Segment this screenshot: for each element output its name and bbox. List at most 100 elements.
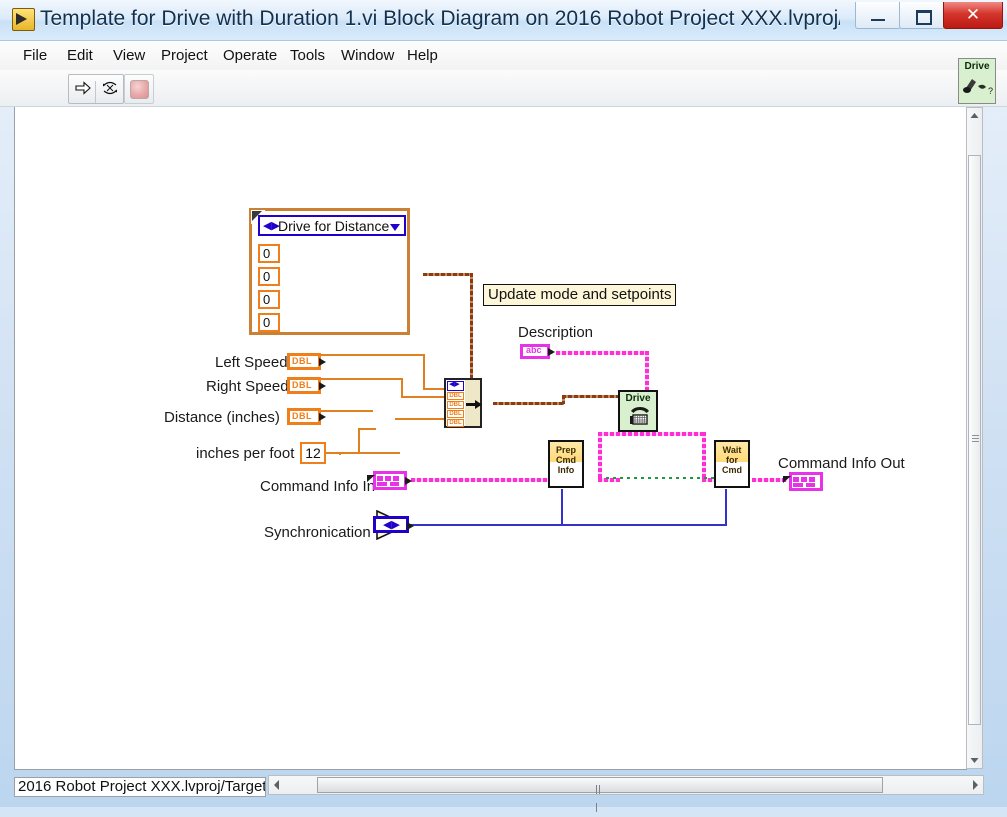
wire-right-speed-h2[interactable] (401, 396, 445, 398)
labview-block-diagram-window: Template for Drive with Duration 1.vi Bl… (0, 0, 1007, 807)
right-speed-control[interactable]: DBL (287, 377, 321, 394)
wire-const-h[interactable] (340, 452, 400, 454)
wire-const-to-divide[interactable] (358, 428, 376, 430)
drive-subvi[interactable]: Drive (618, 390, 658, 432)
cluster-numeric-3[interactable]: 0 (258, 313, 280, 332)
scrollbar-grip-icon (596, 781, 604, 790)
terminal-arrow-icon (405, 477, 412, 485)
drive-mode-enum-constant[interactable]: ◀▶ Drive for Distance (258, 215, 406, 236)
string-type-glyph: abc (526, 345, 542, 355)
scrollbar-grip-icon (972, 435, 979, 445)
vertical-scrollbar-thumb[interactable] (968, 155, 981, 725)
terminal-arrow-icon (319, 413, 326, 421)
bundle-enum-terminal[interactable] (447, 381, 464, 391)
wire-error-green[interactable] (606, 477, 730, 479)
wire-cluster-const-v[interactable] (470, 273, 473, 381)
cluster-numeric-2[interactable]: 0 (258, 290, 280, 309)
scroll-left-icon[interactable] (269, 776, 285, 794)
wire-const-h0[interactable] (326, 452, 342, 454)
vi-icon-pane[interactable]: Drive ? (958, 58, 996, 104)
run-continuously-button[interactable] (96, 75, 122, 101)
wire-bundle-out-h2[interactable] (562, 395, 619, 398)
menu-bar: File Edit View Project Operate Tools Win… (0, 41, 1007, 71)
terminal-corner-icon (783, 476, 791, 483)
wire-right-speed-v[interactable] (401, 378, 403, 398)
bundle-dbl-terminal-2[interactable]: DBL (447, 410, 464, 418)
wire-divide-out[interactable] (395, 418, 445, 420)
wire-left-speed-h[interactable] (319, 354, 425, 356)
wire-const-v[interactable] (358, 429, 360, 454)
wire-description-v[interactable] (645, 351, 649, 391)
wire-description-h[interactable] (556, 351, 649, 355)
dbl-type-glyph: DBL (292, 411, 312, 422)
description-control[interactable]: abc (520, 344, 550, 359)
menu-item-project[interactable]: Project (152, 41, 217, 70)
menu-item-help[interactable]: Help (398, 41, 447, 70)
distance-inches-label: Distance (inches) (164, 409, 280, 426)
prep-cmd-info-subvi[interactable]: Prep Cmd Info (548, 440, 584, 488)
maximize-icon (916, 10, 932, 25)
menu-item-file[interactable]: File (14, 41, 56, 70)
wait-for-cmd-line-1: Wait (716, 445, 748, 455)
menu-item-edit[interactable]: Edit (58, 41, 102, 70)
wire-drive-right-v[interactable] (702, 432, 706, 480)
bundle-dbl-terminal-1[interactable]: DBL (447, 401, 464, 409)
menu-item-tools[interactable]: Tools (281, 41, 334, 70)
cluster-numeric-1[interactable]: 0 (258, 267, 280, 286)
inches-per-foot-constant[interactable]: 12 (300, 442, 326, 464)
cluster-type-glyph (377, 476, 403, 487)
vertical-scrollbar[interactable] (966, 107, 983, 769)
wire-sync-wait-v[interactable] (725, 489, 727, 525)
update-mode-and-setpoints-comment[interactable]: Update mode and setpoints (483, 284, 676, 306)
bundle-dbl-terminal-3[interactable]: DBL (447, 419, 464, 427)
prep-cmd-info-line-2: Cmd (550, 455, 582, 465)
synchronication-control[interactable]: ◀▶ (373, 516, 409, 533)
terminal-arrow-icon (319, 382, 326, 390)
menu-item-view[interactable]: View (104, 41, 154, 70)
cluster-numeric-0[interactable]: 0 (258, 244, 280, 263)
wait-for-cmd-subvi[interactable]: Wait for Cmd (714, 440, 750, 488)
wire-sync-h[interactable] (409, 524, 727, 526)
left-speed-control[interactable]: DBL (287, 353, 321, 370)
scroll-right-icon[interactable] (967, 776, 983, 794)
target-status-bar[interactable]: 2016 Robot Project XXX.lvproj/Target (14, 777, 266, 797)
wire-command-info-in[interactable] (411, 478, 561, 482)
wire-sync-prep-v[interactable] (561, 489, 563, 525)
wire-bundle-out-h1[interactable] (493, 402, 564, 405)
horizontal-scrollbar-thumb[interactable] (317, 777, 883, 793)
bundle-arrow-icon (466, 400, 482, 409)
drive-mode-cluster-constant[interactable]: ◀▶ Drive for Distance 0 0 0 0 (249, 208, 410, 335)
wire-drive-left-v[interactable] (598, 432, 602, 480)
scroll-down-icon[interactable] (967, 751, 982, 768)
minimize-button[interactable] (855, 2, 901, 29)
menu-item-window[interactable]: Window (332, 41, 403, 70)
wire-distance-to-divide[interactable] (319, 410, 373, 412)
command-info-out-label: Command Info Out (778, 455, 905, 472)
wire-command-info-out[interactable] (752, 478, 787, 482)
menu-item-operate[interactable]: Operate (214, 41, 286, 70)
terminal-corner-icon (367, 475, 375, 482)
svg-text:?: ? (988, 86, 993, 96)
abort-execution-button[interactable] (125, 75, 151, 101)
wire-left-speed-h2[interactable] (423, 388, 445, 390)
horizontal-scrollbar[interactable] (268, 775, 984, 795)
command-info-out-indicator[interactable] (789, 472, 823, 491)
chevron-down-icon[interactable] (390, 224, 400, 231)
run-button[interactable] (69, 75, 95, 101)
labview-vi-icon (12, 8, 35, 31)
command-info-in-control[interactable] (373, 471, 407, 490)
bundle-dbl-terminal-0[interactable]: DBL (447, 392, 464, 400)
wire-left-speed-v[interactable] (423, 354, 425, 390)
run-continuously-icon (102, 80, 118, 96)
run-controls-group (68, 74, 124, 104)
close-button[interactable]: ✕ (943, 2, 1003, 29)
block-diagram-canvas[interactable]: ◀▶ Drive for Distance 0 0 0 0 Update mod… (14, 107, 967, 770)
bundle-by-name-node[interactable]: DBL DBL DBL DBL (444, 378, 482, 428)
maximize-button[interactable] (899, 2, 945, 29)
distance-inches-control[interactable]: DBL (287, 408, 321, 425)
wire-cluster-const-h[interactable] (423, 273, 472, 276)
close-icon: ✕ (944, 2, 1002, 28)
wire-drive-bottom-h[interactable] (598, 432, 706, 436)
wire-right-speed-h[interactable] (319, 378, 403, 380)
scroll-up-icon[interactable] (967, 108, 982, 125)
